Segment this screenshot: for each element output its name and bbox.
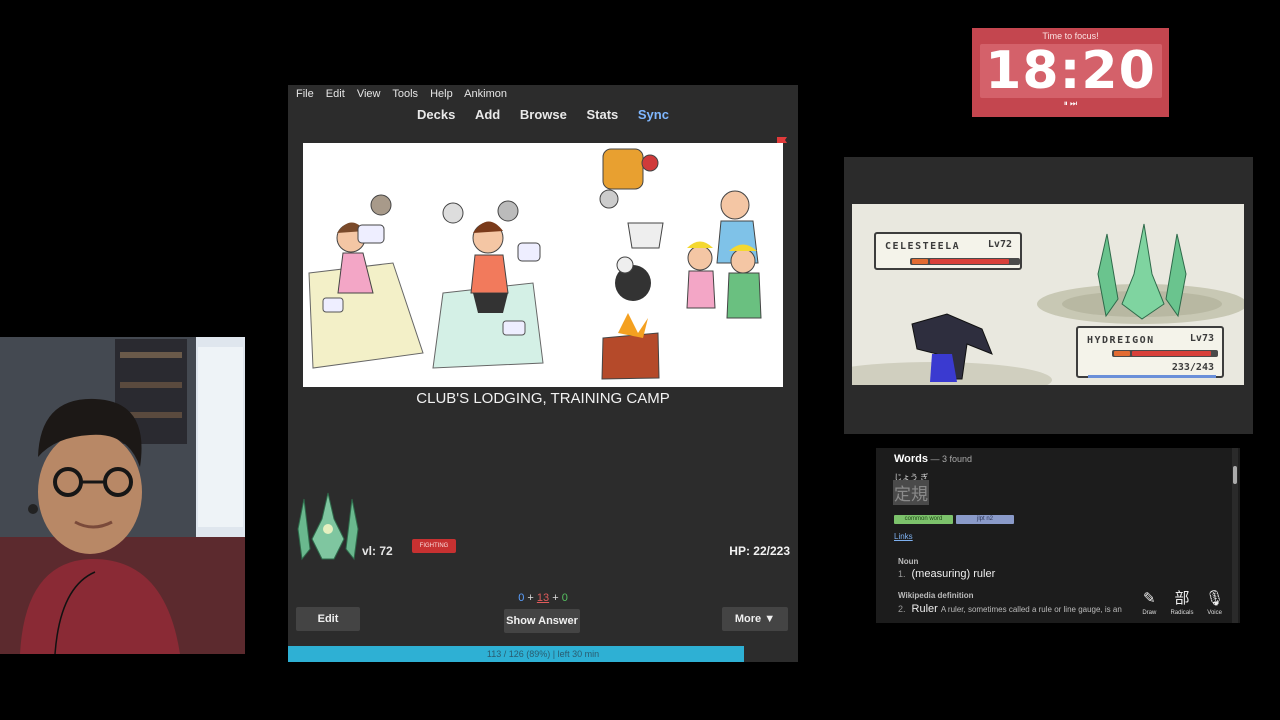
ankimon-battle-panel: CELESTEELA Lv72 HYDREIGON Lv73 233/243 <box>844 157 1253 434</box>
toolbar-decks[interactable]: Decks <box>417 107 455 122</box>
menu-edit[interactable]: Edit <box>326 88 345 100</box>
dictionary-popup: Words — 3 found じょう ぎ 定規 common word jlp… <box>876 448 1240 623</box>
timer-clock: 18:20 <box>979 44 1162 98</box>
toolbar-add[interactable]: Add <box>475 107 500 122</box>
pokemon-hp: HP: 22/223 <box>729 544 790 558</box>
dictionary-header: Words — 3 found <box>894 453 972 465</box>
voice-tool[interactable]: 🎙 Voice <box>1200 588 1230 623</box>
focus-timer: Time to focus! 18:20 ⏸ ⏭ <box>972 28 1169 117</box>
menu-tools[interactable]: Tools <box>392 88 418 100</box>
radicals-label: Radicals <box>1170 610 1194 616</box>
due-count: 0 <box>561 592 568 604</box>
count-separator: + <box>552 592 559 604</box>
main-toolbar: Decks Add Browse Stats Sync <box>288 105 798 127</box>
sense-number: 1. <box>898 569 906 579</box>
player-hp-bar <box>1112 350 1218 357</box>
review-counts: 0 + 13 + 0 <box>288 592 798 604</box>
timer-label: Time to focus! <box>1042 31 1099 41</box>
new-count: 0 <box>518 592 525 604</box>
draw-tool[interactable]: ✎ Draw <box>1134 588 1164 623</box>
dictionary-tools: ✎ Draw 部 Radicals 🎙 Voice <box>1133 588 1231 623</box>
hp-label-icon <box>912 259 928 264</box>
count-separator: + <box>527 592 534 604</box>
webcam-feed <box>0 337 245 654</box>
dictionary-term: 定規 <box>893 480 929 505</box>
player-level: Lv73 <box>1189 333 1214 344</box>
player-status-box: HYDREIGON Lv73 233/243 <box>1076 326 1224 378</box>
dictionary-title: Words <box>894 453 929 465</box>
player-exp-bar <box>1088 375 1216 378</box>
enemy-name: CELESTEELA <box>885 241 961 252</box>
dictionary-scrollbar[interactable] <box>1232 448 1238 623</box>
type-badge: FIGHTING <box>412 539 456 553</box>
menu-ankimon[interactable]: Ankimon <box>464 88 507 100</box>
card-answer-text: CLUB'S LODGING, TRAINING CAMP <box>416 390 670 407</box>
scroll-thumb[interactable] <box>1233 466 1237 484</box>
sense-description: A ruler, sometimes called a rule or line… <box>940 605 1122 614</box>
player-name: HYDREIGON <box>1087 335 1155 346</box>
draw-icon: ✎ <box>1143 590 1156 607</box>
radicals-tool[interactable]: 部 Radicals <box>1167 588 1197 623</box>
sense-text: (measuring) ruler <box>911 568 996 580</box>
webcam-image <box>0 337 245 654</box>
celesteela-sprite <box>297 492 359 561</box>
enemy-hp-bar <box>910 258 1020 265</box>
edit-button[interactable]: Edit <box>296 607 360 631</box>
toolbar-stats[interactable]: Stats <box>586 107 618 122</box>
toolbar-sync[interactable]: Sync <box>638 107 669 122</box>
learn-count: 13 <box>536 592 550 604</box>
sense-number: 2. <box>898 604 906 614</box>
links-link[interactable]: Links <box>894 532 913 541</box>
tag-jlpt: jlpt n2 <box>956 515 1014 524</box>
tag-common-word: common word <box>894 515 953 524</box>
wikipedia-label: Wikipedia definition <box>898 591 974 600</box>
radicals-icon: 部 <box>1174 590 1190 607</box>
player-hp-fill <box>1132 351 1211 356</box>
enemy-status-box: CELESTEELA Lv72 <box>874 232 1022 270</box>
player-hp-text: 233/243 <box>1171 362 1214 373</box>
draw-label: Draw <box>1142 610 1157 616</box>
menu-bar: File Edit View Tools Help Ankimon <box>288 85 798 105</box>
microphone-icon: 🎙 <box>1205 590 1225 607</box>
more-button[interactable]: More ▼ <box>722 607 788 631</box>
sense-text: Ruler <box>911 603 938 615</box>
enemy-hp-fill <box>930 259 1009 264</box>
sense-2: 2. Ruler A ruler, sometimes called a rule … <box>898 603 1122 615</box>
hp-label-icon <box>1114 351 1130 356</box>
card-illustration <box>303 143 783 387</box>
result-count: — 3 found <box>928 454 973 464</box>
battle-screen: CELESTEELA Lv72 HYDREIGON Lv73 233/243 <box>852 204 1244 385</box>
anki-window: File Edit View Tools Help Ankimon Decks … <box>288 85 798 662</box>
deck-progress-bar: 113 / 126 (89%) | left 30 min <box>288 646 798 662</box>
menu-help[interactable]: Help <box>430 88 453 100</box>
sense-1: 1. (measuring) ruler <box>898 568 995 580</box>
menu-file[interactable]: File <box>296 88 314 100</box>
pokemon-level: vl: 72 <box>362 544 393 558</box>
voice-label: Voice <box>1207 610 1222 616</box>
show-answer-button[interactable]: Show Answer <box>504 609 580 633</box>
part-of-speech: Noun <box>898 557 919 566</box>
progress-text: 113 / 126 (89%) | left 30 min <box>486 649 600 659</box>
toolbar-browse[interactable]: Browse <box>520 107 567 122</box>
enemy-level: Lv72 <box>987 239 1012 250</box>
menu-view[interactable]: View <box>357 88 381 100</box>
